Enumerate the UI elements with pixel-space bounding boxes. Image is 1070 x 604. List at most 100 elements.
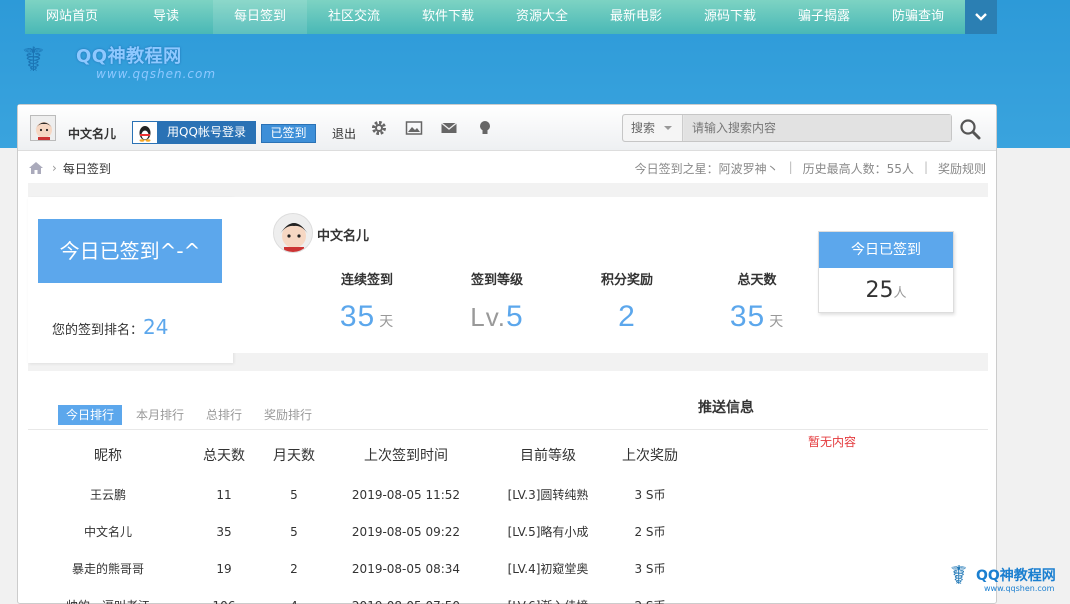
home-icon[interactable] — [28, 161, 44, 175]
qq-login-button[interactable]: 用QQ帐号登录 — [132, 121, 256, 144]
signed-card: 今日已签到^-^ 您的签到排名：24 — [28, 197, 233, 363]
nav-item-community[interactable]: 社区交流 — [307, 0, 401, 34]
header-month-days: 月天数 — [273, 448, 315, 464]
signed-status-button[interactable]: 已签到 — [261, 124, 316, 143]
today-count-box: 今日已签到 25人 — [818, 231, 954, 313]
divider — [28, 429, 688, 430]
nav-item-resources[interactable]: 资源大全 — [495, 0, 589, 34]
rank-line: 您的签到排名：24 — [52, 315, 168, 339]
star-of-day[interactable]: 今日签到之星：阿波罗神丶 — [635, 160, 779, 177]
cell-month-days: 4 — [260, 588, 328, 604]
main-panel: 中文名儿 用QQ帐号登录 已签到 退出 搜索 请输入搜索内容 › 每日签到 今日… — [17, 104, 997, 604]
cell-nickname[interactable]: 王云鹏 — [28, 477, 188, 514]
table-header: 昵称 总天数 月天数 上次签到时间 目前等级 上次奖励 — [28, 435, 688, 477]
search-type-select[interactable]: 搜索 — [623, 115, 683, 141]
tab-total[interactable]: 总排行 — [198, 405, 250, 425]
breadcrumb-current[interactable]: 每日签到 — [63, 160, 111, 177]
watermark-url: www.qqshen.com — [984, 584, 1055, 593]
table-row: 帅的一逼叫老江 106 4 2019-08-05 07:50 [LV.6]渐入佳… — [28, 588, 688, 604]
stat-number: 5 — [506, 300, 524, 333]
search-input[interactable] — [684, 115, 951, 141]
nav-item-movies[interactable]: 最新电影 — [589, 0, 683, 34]
rank-label: 您的签到排名： — [52, 323, 144, 338]
ranking-tabs: 今日排行 本月排行 总排行 奖励排行 — [58, 405, 326, 425]
nav-item-source[interactable]: 源码下载 — [683, 0, 777, 34]
caret-down-icon — [664, 126, 672, 130]
tab-month[interactable]: 本月排行 — [128, 405, 192, 425]
cell-nickname[interactable]: 暴走的熊哥哥 — [28, 551, 188, 588]
site-logo[interactable]: ☤ QQ神教程网 www.qqshen.com — [22, 38, 222, 88]
nav-item-guide[interactable]: 导读 — [119, 0, 213, 34]
cell-level: [LV.6]渐入佳境 — [484, 588, 612, 604]
avatar[interactable] — [273, 213, 313, 253]
cell-level: [LV.4]初窥堂奥 — [507, 562, 589, 576]
cell-total-days: 106 — [188, 588, 260, 604]
user-name[interactable]: 中文名儿 — [317, 225, 369, 244]
stat-number: 35 — [729, 300, 766, 333]
cell-total-days: 19 — [216, 562, 232, 576]
gear-icon[interactable] — [370, 119, 388, 137]
search-box: 搜索 — [622, 114, 952, 142]
nav-item-home[interactable]: 网站首页 — [25, 0, 119, 34]
today-signed-button[interactable]: 今日已签到^-^ — [38, 219, 222, 283]
nav-item-software[interactable]: 软件下载 — [401, 0, 495, 34]
header-total-days: 总天数 — [203, 448, 245, 464]
mail-icon[interactable] — [440, 119, 458, 137]
tab-reward[interactable]: 奖励排行 — [256, 405, 320, 425]
header-nickname: 昵称 — [94, 448, 122, 464]
stat-points: 积分奖励 2 — [567, 269, 687, 334]
cell-nickname[interactable]: 帅的一逼叫老江 — [28, 588, 188, 604]
ranking-table: 昵称 总天数 月天数 上次签到时间 目前等级 上次奖励 王云鹏 11 5 201… — [28, 435, 688, 604]
divider — [688, 429, 988, 430]
nav-item-checkin[interactable]: 每日签到 — [213, 0, 307, 34]
rank-value: 24 — [143, 315, 169, 339]
search-icon[interactable] — [958, 117, 982, 141]
nav-item-scam[interactable]: 骗子揭露 — [777, 0, 871, 34]
cell-total-days: 35 — [216, 525, 232, 539]
avatar[interactable] — [30, 115, 56, 141]
cell-last-reward: 3 S币 — [634, 562, 666, 576]
cell-last-time: 2019-08-05 09:22 — [351, 525, 461, 539]
stat-value: 35 天 — [697, 300, 817, 334]
top-nav: 网站首页 导读 每日签到 社区交流 软件下载 资源大全 最新电影 源码下载 骗子… — [25, 0, 965, 34]
nav-more-button[interactable] — [965, 0, 997, 34]
cell-month-days: 5 — [290, 525, 298, 539]
username[interactable]: 中文名儿 — [68, 125, 116, 142]
breadcrumb-separator-icon: › — [52, 161, 57, 175]
push-empty: 暂无内容 — [808, 435, 857, 449]
stat-label: 积分奖励 — [600, 273, 653, 288]
tab-today[interactable]: 今日排行 — [58, 405, 123, 425]
header-last-time: 上次签到时间 — [364, 448, 448, 464]
user-toolbar: 中文名儿 用QQ帐号登录 已签到 退出 搜索 请输入搜索内容 — [18, 105, 996, 151]
cell-level: [LV.3]圆转纯熟 — [507, 488, 589, 502]
today-count-number: 25 — [865, 278, 894, 303]
watermark-text: QQ神教程网 — [976, 568, 1056, 584]
logo-url: www.qqshen.com — [96, 67, 217, 81]
cell-last-reward: 2 S币 — [634, 525, 666, 539]
dragon-logo-icon: ☤ — [950, 561, 968, 591]
qq-login-label: 用QQ帐号登录 — [157, 122, 256, 143]
rules-link[interactable]: 奖励规则 — [938, 160, 986, 177]
logout-link[interactable]: 退出 — [332, 125, 356, 142]
avatar-icon — [274, 214, 312, 252]
cell-month-days: 5 — [290, 488, 298, 502]
nav-item-antifraud[interactable]: 防骗查询 — [871, 0, 965, 34]
qq-penguin-icon — [139, 126, 151, 142]
stat-level: 签到等级 Lv.5 — [437, 269, 557, 334]
record-count: 历史最高人数：55人 — [802, 162, 914, 176]
cell-last-reward: 2 S币 — [612, 588, 688, 604]
stat-prefix: Lv. — [470, 302, 507, 332]
cell-total-days: 11 — [216, 488, 232, 502]
stat-value: 2 — [567, 300, 687, 334]
table-row: 暴走的熊哥哥 19 2 2019-08-05 08:34 [LV.4]初窥堂奥 … — [28, 551, 688, 588]
table-row: 王云鹏 11 5 2019-08-05 11:52 [LV.3]圆转纯熟 3 S… — [28, 477, 688, 514]
stat-unit: 天 — [379, 313, 395, 329]
today-count-title: 今日已签到 — [819, 232, 953, 268]
cell-month-days: 2 — [290, 562, 298, 576]
search-type-label: 搜索 — [631, 121, 656, 135]
stat-consecutive: 连续签到 35 天 — [307, 269, 427, 334]
image-icon[interactable] — [405, 119, 423, 137]
cell-nickname[interactable]: 中文名儿 — [28, 514, 188, 551]
divider: | — [788, 160, 793, 174]
bulb-icon[interactable] — [476, 119, 494, 137]
